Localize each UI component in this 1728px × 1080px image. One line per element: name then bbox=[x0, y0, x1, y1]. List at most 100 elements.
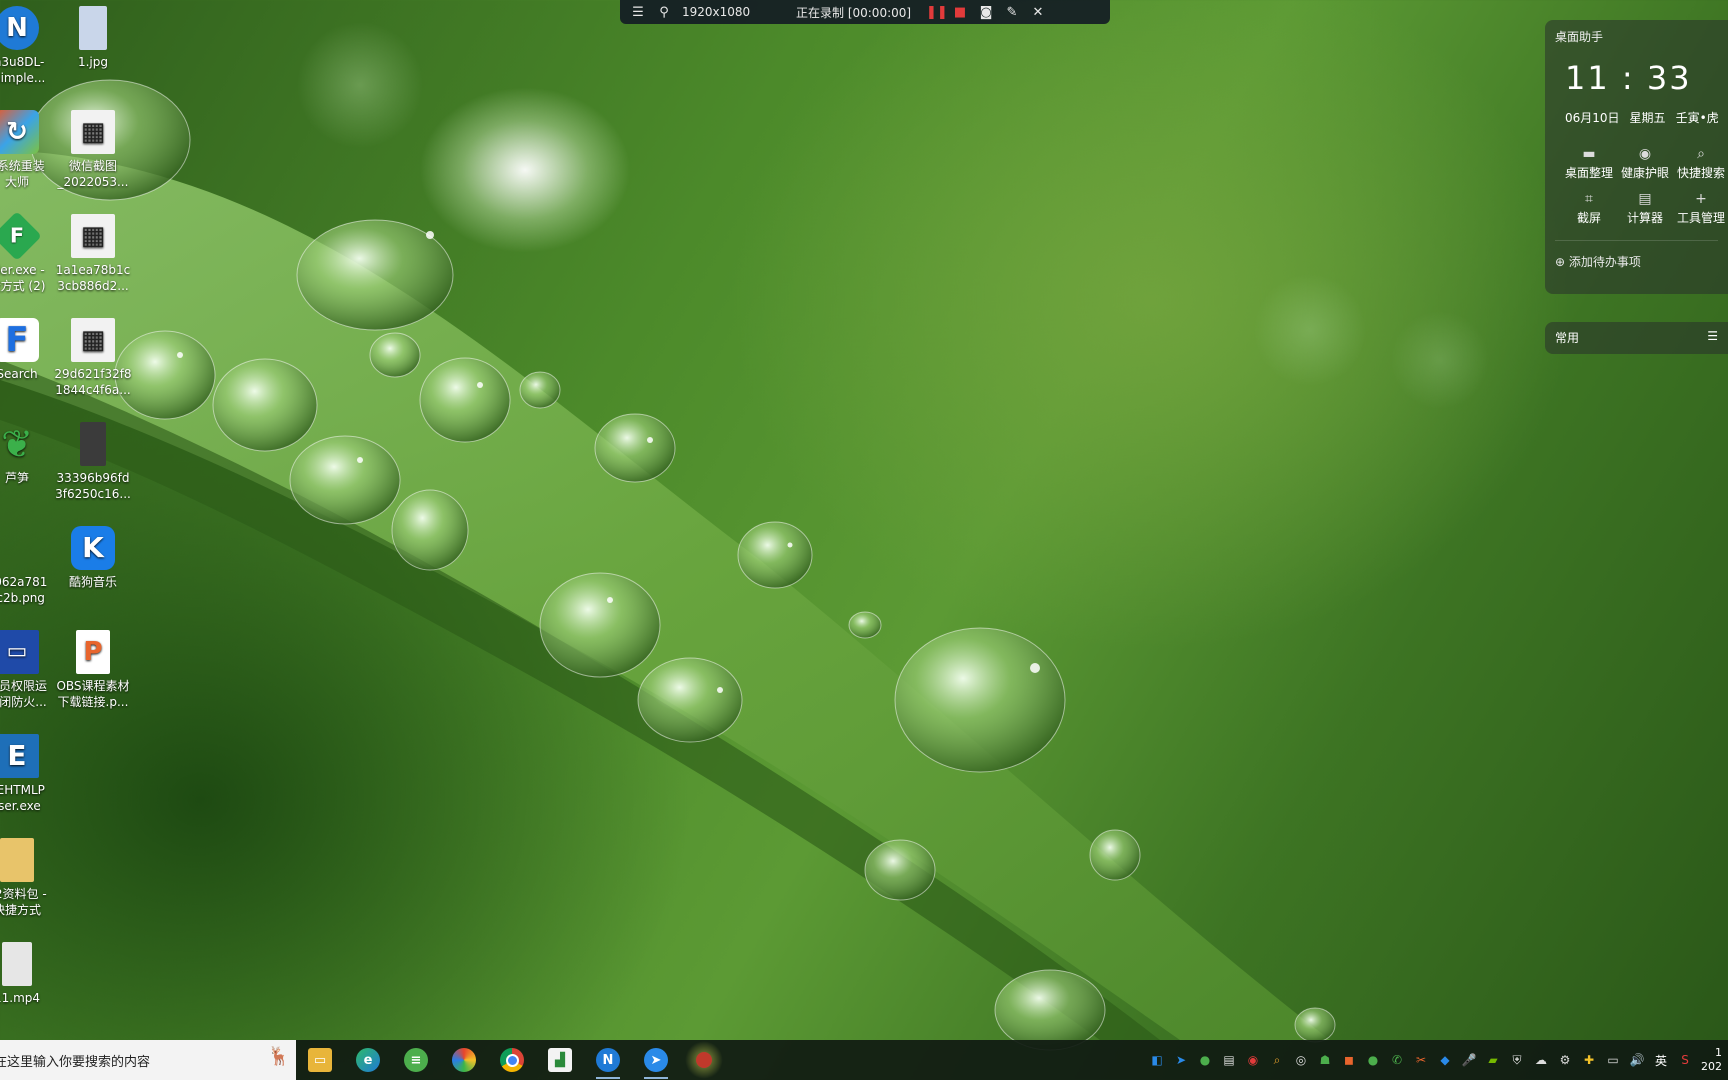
tray-obs-icon[interactable]: ◎ bbox=[1292, 1051, 1310, 1069]
system-tray: ◧ ➤ ● ▤ ◉ ⌕ ◎ ☗ ◼ ● ✆ ✂ ◆ 🎤 ▰ ⛨ ☁ ⚙ ✚ ▭ … bbox=[1148, 1046, 1728, 1074]
qr-image-icon: ▦ bbox=[71, 318, 115, 362]
search-icon: ⌕ bbox=[1697, 146, 1705, 162]
qr-image-icon: ▦ bbox=[71, 214, 115, 258]
tray-green-icon[interactable]: ● bbox=[1196, 1051, 1214, 1069]
tray-gear-icon[interactable]: ⚙ bbox=[1556, 1051, 1574, 1069]
admin-script-icon: ▭ bbox=[0, 630, 39, 674]
pin-icon[interactable]: ⚲ bbox=[656, 5, 672, 20]
shield-icon[interactable]: ⛨ bbox=[1508, 1051, 1526, 1069]
taskbar-color-app[interactable] bbox=[440, 1040, 488, 1080]
taskbar-chrome[interactable] bbox=[488, 1040, 536, 1080]
n-app-icon: N bbox=[0, 6, 39, 50]
desktop-icon-29d621f32f8[interactable]: ▦ 29d621f32f8 1844c4f6a... bbox=[48, 318, 138, 398]
tray-green-app-icon[interactable]: ● bbox=[1364, 1051, 1382, 1069]
qr-image-icon: ▦ bbox=[71, 110, 115, 154]
tray-orange-icon[interactable]: ◼ bbox=[1340, 1051, 1358, 1069]
desktop-icon-1a1ea78b1c[interactable]: ▦ 1a1ea78b1c 3cb886d2... bbox=[48, 214, 138, 294]
desktop-icon-2022-resources[interactable]: 22资料包 - 快捷方式 bbox=[0, 838, 62, 918]
tray-scissor-icon[interactable]: ✂ bbox=[1412, 1051, 1430, 1069]
leaf-app-icon: ❦ bbox=[1, 422, 33, 466]
wallpaper-grass-blade bbox=[0, 79, 1336, 1051]
taskbar-search-box[interactable]: 在这里输入你要搜索的内容 🦌 bbox=[0, 1040, 296, 1080]
camera-icon[interactable]: ◙ bbox=[978, 5, 994, 20]
kugou-music-icon: K bbox=[71, 526, 115, 570]
tool-eye-care[interactable]: ◉ 健康护眼 bbox=[1617, 146, 1673, 181]
crop-icon: ⌗ bbox=[1585, 191, 1593, 207]
widget-lunar: 壬寅•虎 bbox=[1675, 111, 1719, 125]
image-file-icon bbox=[79, 6, 107, 50]
tray-android-icon[interactable]: ☗ bbox=[1316, 1051, 1334, 1069]
photo-file-icon bbox=[80, 422, 106, 466]
common-label: 常用 bbox=[1555, 331, 1580, 345]
tray-record-icon[interactable]: ◉ bbox=[1244, 1051, 1262, 1069]
wechat-icon[interactable]: ✆ bbox=[1388, 1051, 1406, 1069]
taskbar-recorder-app[interactable] bbox=[680, 1040, 728, 1080]
recording-status: 正在录制 [00:00:00] bbox=[796, 5, 912, 20]
ime-indicator[interactable]: 英 bbox=[1652, 1051, 1670, 1069]
tray-app-icon[interactable]: ◧ bbox=[1148, 1051, 1166, 1069]
taskbar-clock[interactable]: 1 202 bbox=[1700, 1046, 1722, 1074]
volume-icon[interactable]: 🔊 bbox=[1628, 1051, 1646, 1069]
add-todo-button[interactable]: ⊕ 添加待办事项 bbox=[1555, 253, 1718, 270]
tray-search-icon[interactable]: ⌕ bbox=[1268, 1051, 1286, 1069]
common-panel-header[interactable]: 常用 ☰ bbox=[1545, 322, 1728, 354]
sogou-ime-icon[interactable]: S bbox=[1676, 1051, 1694, 1069]
pause-icon[interactable]: ❚❚ bbox=[926, 5, 948, 20]
desktop-icon-eehtmlparser[interactable]: E EEHTMLP rser.exe bbox=[0, 734, 62, 814]
widget-date-row: 06月10日 星期五 壬寅•虎 bbox=[1565, 109, 1719, 126]
widget-date: 06月10日 bbox=[1565, 111, 1620, 125]
color-wheel-icon bbox=[452, 1048, 476, 1072]
desktop-assistant-widget: 桌面助手 11 : 33 06月10日 星期五 壬寅•虎 ▬ 桌面整理 ◉ 健康护眼… bbox=[1545, 20, 1728, 294]
tray-yellow-icon[interactable]: ✚ bbox=[1580, 1051, 1598, 1069]
desktop-organize-icon: ▬ bbox=[1582, 146, 1596, 162]
tray-feiyu-icon[interactable]: ◆ bbox=[1436, 1051, 1454, 1069]
fiddler-icon: F bbox=[0, 211, 42, 261]
menu-icon[interactable]: ☰ bbox=[630, 5, 646, 20]
tray-plane-icon[interactable]: ➤ bbox=[1172, 1051, 1190, 1069]
taskbar-chart-app[interactable]: ▟ bbox=[536, 1040, 584, 1080]
tool-calculator[interactable]: ▤ 计算器 bbox=[1617, 191, 1673, 226]
taskbar-feiyu-app[interactable]: ➤ bbox=[632, 1040, 680, 1080]
search-placeholder: 在这里输入你要搜索的内容 bbox=[0, 1054, 151, 1070]
edge-icon: e bbox=[356, 1048, 380, 1072]
nvidia-icon[interactable]: ▰ bbox=[1484, 1051, 1502, 1069]
deer-decoration-icon: 🦌 bbox=[267, 1046, 290, 1067]
close-icon[interactable]: ✕ bbox=[1030, 5, 1046, 20]
plus-icon: + bbox=[1695, 191, 1707, 207]
cloud-icon[interactable]: ☁ bbox=[1532, 1051, 1550, 1069]
desktop-icon-33396b96fd[interactable]: 33396b96fd 3f6250c16... bbox=[48, 422, 138, 502]
network-icon[interactable]: ▭ bbox=[1604, 1051, 1622, 1069]
desktop-icon-1jpg[interactable]: 1.jpg bbox=[48, 6, 138, 70]
taskbar-n-app[interactable]: N bbox=[584, 1040, 632, 1080]
desktop-icon-obs-course[interactable]: P OBS课程素材 下载链接.p... bbox=[48, 630, 138, 710]
png-file-icon bbox=[0, 526, 39, 570]
n-app-icon: N bbox=[596, 1048, 620, 1072]
taskbar-edge[interactable]: e bbox=[344, 1040, 392, 1080]
pen-icon[interactable]: ✎ bbox=[1004, 5, 1020, 20]
widget-divider bbox=[1555, 240, 1718, 241]
tool-screenshot[interactable]: ⌗ 截屏 bbox=[1561, 191, 1617, 226]
widget-title: 桌面助手 bbox=[1555, 30, 1604, 44]
tray-chat-icon[interactable]: ▤ bbox=[1220, 1051, 1238, 1069]
taskbar-green-app[interactable]: ≡ bbox=[392, 1040, 440, 1080]
tool-quick-search[interactable]: ⌕ 快捷搜索 bbox=[1673, 146, 1728, 181]
widget-weekday: 星期五 bbox=[1629, 111, 1666, 125]
video-file-icon bbox=[2, 942, 32, 986]
folder-shortcut-icon bbox=[0, 838, 34, 882]
plane-icon: ➤ bbox=[644, 1048, 668, 1072]
desktop-icon-11mp4[interactable]: 11.mp4 bbox=[0, 942, 62, 1006]
list-icon[interactable]: ☰ bbox=[1707, 329, 1718, 347]
chart-doc-icon: ▟ bbox=[548, 1048, 572, 1072]
desktop-icon-wechat-screenshot[interactable]: ▦ 微信截图 _2022053... bbox=[48, 110, 138, 190]
eye-icon: ◉ bbox=[1638, 146, 1652, 162]
stop-icon[interactable]: ■ bbox=[952, 5, 968, 20]
ppt-file-icon: P bbox=[76, 630, 110, 674]
tool-manage[interactable]: + 工具管理 bbox=[1673, 191, 1728, 226]
tool-desktop-organize[interactable]: ▬ 桌面整理 bbox=[1561, 146, 1617, 181]
desktop-icon-kugou[interactable]: K 酷狗音乐 bbox=[48, 526, 138, 590]
taskbar-file-explorer[interactable]: ▭ bbox=[296, 1040, 344, 1080]
microphone-icon[interactable]: 🎤 bbox=[1460, 1051, 1478, 1069]
plus-circle-icon: ⊕ bbox=[1555, 255, 1566, 269]
excel-tool-icon: E bbox=[0, 734, 39, 778]
system-reinstall-icon: ↻ bbox=[0, 110, 39, 154]
